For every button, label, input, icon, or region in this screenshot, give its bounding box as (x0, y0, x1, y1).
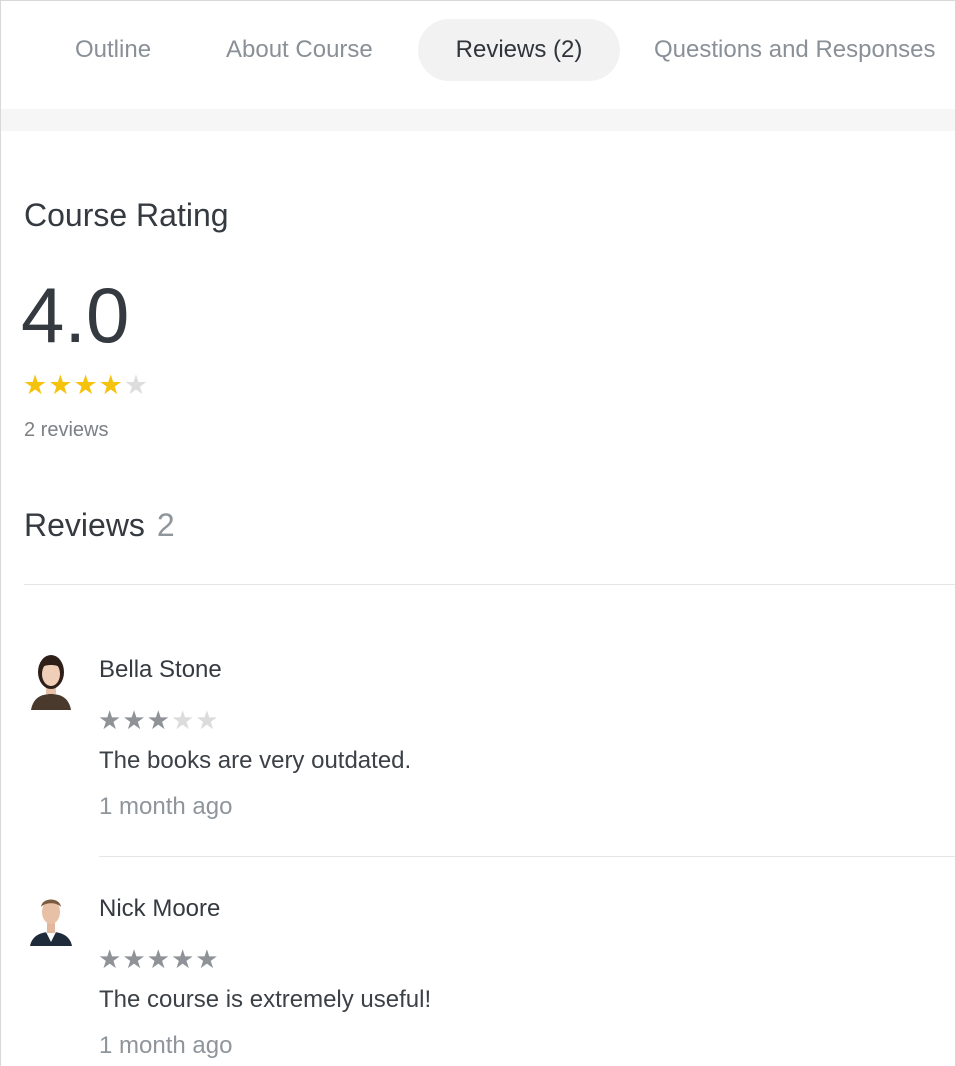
review-stars: ★★★★★ (98, 705, 220, 736)
tab-reviews[interactable]: Reviews (2) (418, 19, 620, 81)
review-count: 2 reviews (24, 419, 109, 441)
reviewer-name: Nick Moore (99, 895, 221, 922)
star-filled-icon: ★ (195, 944, 220, 974)
star-filled-icon: ★ (170, 944, 196, 974)
review-text: The course is extremely useful! (99, 986, 432, 1013)
review-time: 1 month ago (99, 793, 233, 820)
course-rating-stars: ★★★★★ (23, 370, 149, 401)
star-filled-icon: ★ (98, 944, 123, 974)
review-divider (99, 856, 955, 857)
avatar-bella-stone (27, 650, 75, 710)
divider (24, 584, 955, 585)
reviews-heading: Reviews 2 (24, 507, 175, 544)
tab-outline[interactable]: Outline (75, 19, 151, 81)
review-stars: ★★★★★ (98, 944, 220, 975)
star-empty-icon: ★ (170, 705, 196, 735)
star-filled-icon: ★ (23, 370, 49, 400)
star-filled-icon: ★ (98, 370, 124, 400)
star-filled-icon: ★ (146, 705, 171, 735)
star-filled-icon: ★ (146, 944, 171, 974)
reviews-heading-count: 2 (156, 507, 175, 543)
avatar-nick-moore (27, 890, 75, 950)
tab-questions-and-responses[interactable]: Questions and Responses (654, 19, 936, 81)
star-filled-icon: ★ (48, 370, 74, 400)
review-text: The books are very outdated. (99, 747, 412, 774)
star-filled-icon: ★ (98, 705, 123, 735)
tab-about-course[interactable]: About Course (226, 19, 373, 81)
course-rating-value: 4.0 (21, 271, 130, 359)
star-filled-icon: ★ (122, 705, 147, 735)
review-time: 1 month ago (99, 1032, 233, 1059)
tabs-separator (1, 109, 955, 131)
star-filled-icon: ★ (73, 370, 99, 400)
star-empty-icon: ★ (123, 370, 150, 400)
star-filled-icon: ★ (122, 944, 147, 974)
reviews-heading-label: Reviews (24, 507, 145, 543)
course-reviews-panel: Outline About Course Reviews (2) Questio… (0, 0, 955, 1066)
course-rating-title: Course Rating (24, 197, 229, 233)
reviewer-name: Bella Stone (99, 656, 222, 683)
star-empty-icon: ★ (195, 705, 220, 735)
course-tabs: Outline About Course Reviews (2) Questio… (1, 1, 955, 109)
